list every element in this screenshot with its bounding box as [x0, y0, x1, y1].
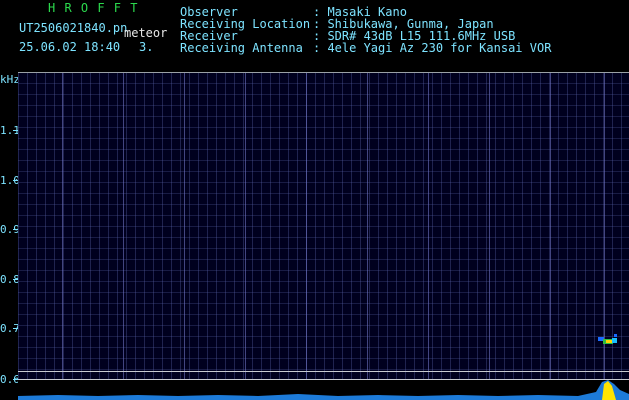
- minute-gridline: [306, 73, 307, 381]
- spectrogram-plot: [18, 72, 629, 381]
- antenna-label: Receiving Antenna: [180, 41, 303, 55]
- minute-gridline: [367, 73, 368, 381]
- minute-gridline: [184, 73, 185, 381]
- meteor-echo-signal: [598, 334, 617, 344]
- hrofft-window: H R O F F T UT2506021840.pn meteor 25.06…: [0, 0, 629, 400]
- event-count: 3.: [139, 40, 154, 54]
- minute-gridline: [123, 73, 124, 381]
- antenna-value: : 4ele Yagi Az 230 for Kansai VOR: [313, 41, 552, 55]
- mode-label: meteor: [124, 26, 168, 40]
- datetime-label: 25.06.02 18:40: [19, 40, 121, 54]
- minute-gridline: [245, 73, 246, 381]
- signal-level-strip: [18, 380, 629, 400]
- app-name: H R O F F T: [48, 1, 139, 15]
- minute-gridline: [550, 73, 551, 381]
- reference-line: [18, 371, 629, 372]
- filename-label: UT2506021840.pn: [19, 21, 128, 35]
- minute-gridline: [62, 73, 63, 381]
- minute-gridline: [428, 73, 429, 381]
- y-unit-label: kHz: [0, 73, 20, 86]
- minute-gridline: [489, 73, 490, 381]
